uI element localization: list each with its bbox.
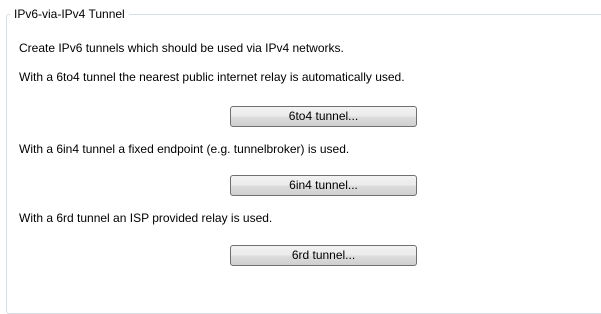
6in4-tunnel-button[interactable]: 6in4 tunnel... bbox=[230, 175, 417, 196]
6to4-tunnel-button[interactable]: 6to4 tunnel... bbox=[230, 106, 417, 127]
intro-text: Create IPv6 tunnels which should be used… bbox=[19, 41, 344, 55]
6to4-description: With a 6to4 tunnel the nearest public in… bbox=[19, 70, 405, 84]
6rd-tunnel-button[interactable]: 6rd tunnel... bbox=[230, 245, 417, 266]
group-title: IPv6-via-IPv4 Tunnel bbox=[10, 6, 129, 22]
6rd-description: With a 6rd tunnel an ISP provided relay … bbox=[19, 211, 273, 225]
6in4-description: With a 6in4 tunnel a fixed endpoint (e.g… bbox=[19, 142, 350, 156]
ipv6-via-ipv4-tunnel-group bbox=[6, 14, 601, 314]
